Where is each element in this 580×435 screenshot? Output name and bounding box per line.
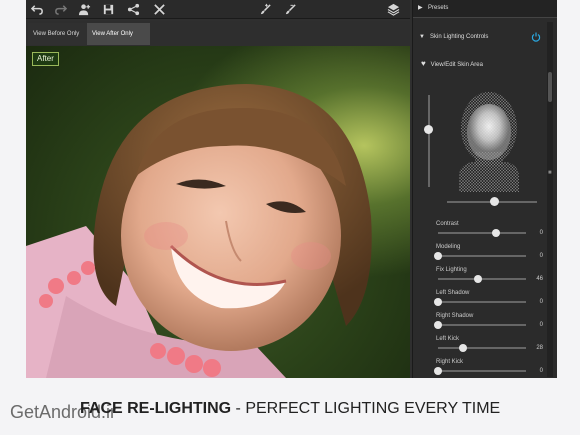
- brush-erase-icon[interactable]: [281, 0, 299, 18]
- adjustment-label: Contrast: [436, 221, 459, 227]
- portrait-photo: [26, 84, 372, 378]
- brush-icon[interactable]: [256, 0, 274, 18]
- adjustment-row: Left Shadow 0: [413, 289, 547, 311]
- 3d-head-icon: [459, 92, 519, 192]
- power-icon[interactable]: [531, 32, 541, 42]
- layers-icon[interactable]: [384, 0, 402, 18]
- side-panel: ▶ Presets ▼ Skin Lighting Controls ■ ♥ V…: [412, 0, 557, 378]
- adjustment-slider[interactable]: [434, 298, 526, 306]
- adjustment-slider[interactable]: [438, 229, 526, 237]
- panel-scrollbar[interactable]: ■: [547, 22, 553, 377]
- adjustment-label: Modeling: [436, 244, 461, 250]
- caption-title-rest: - PERFECT LIGHTING EVERY TIME: [231, 400, 501, 417]
- adjustment-value: 0: [539, 368, 543, 374]
- scroll-marker-icon: ■: [548, 170, 552, 176]
- adjustment-slider[interactable]: [434, 321, 526, 329]
- adjustment-value: 0: [539, 230, 543, 236]
- caption-title-bold: FACE RE-LIGHTING: [80, 400, 232, 417]
- slider-knob[interactable]: [474, 275, 483, 283]
- share-icon[interactable]: [124, 0, 142, 18]
- slider-knob[interactable]: [458, 344, 467, 352]
- section-title: Skin Lighting Controls: [430, 34, 489, 40]
- adjustment-label: Right Shadow: [436, 313, 474, 319]
- save-icon[interactable]: [99, 0, 117, 18]
- after-badge: After: [32, 52, 59, 66]
- app-window: View Before Only View After Only After ▶…: [26, 0, 557, 378]
- adjustment-slider[interactable]: [434, 367, 526, 375]
- slider-knob[interactable]: [434, 252, 442, 260]
- adjustment-label: Right Kick: [436, 359, 464, 365]
- adjustment-slider[interactable]: [438, 275, 526, 283]
- adjustment-value: 46: [536, 276, 543, 282]
- slider-knob[interactable]: [434, 321, 442, 329]
- light-vertical-slider[interactable]: [424, 95, 433, 187]
- adjustment-label: Left Kick: [436, 336, 460, 342]
- redo-icon[interactable]: [51, 0, 69, 18]
- adjustment-label: Fix Lighting: [436, 267, 467, 273]
- view-edit-label: View/Edit Skin Area: [430, 62, 483, 68]
- adjustment-row: Left Kick 28: [413, 335, 547, 357]
- adjustment-row: Right Shadow 0: [413, 312, 547, 334]
- photo-canvas[interactable]: After: [26, 46, 410, 378]
- skin-lighting-header[interactable]: ▼ Skin Lighting Controls: [413, 27, 544, 47]
- slider-knob[interactable]: [424, 125, 433, 135]
- light-horizontal-slider[interactable]: [447, 197, 537, 206]
- adjustment-row: Modeling 0: [413, 243, 547, 265]
- tab-view-before[interactable]: View Before Only: [28, 23, 94, 45]
- slider-knob[interactable]: [489, 197, 499, 206]
- undo-icon[interactable]: [28, 0, 46, 18]
- slider-knob[interactable]: [434, 367, 442, 375]
- adjustment-value: 0: [539, 322, 543, 328]
- adjustment-slider[interactable]: [434, 252, 526, 260]
- adjustment-row: Right Kick 0: [413, 358, 547, 378]
- scrollbar-thumb[interactable]: [548, 72, 552, 102]
- tab-view-after[interactable]: View After Only: [87, 23, 150, 45]
- expand-arrow-icon: ▶: [418, 5, 423, 11]
- close-icon[interactable]: [150, 0, 168, 18]
- person-add-icon[interactable]: [75, 0, 93, 18]
- caption-banner: GetAndroid.ir FACE RE-LIGHTING - PERFECT…: [10, 398, 570, 422]
- adjustment-value: 28: [536, 345, 543, 351]
- adjustment-label: Left Shadow: [436, 290, 470, 296]
- toolbar: [26, 0, 410, 19]
- adjustment-value: 0: [539, 253, 543, 259]
- lightbulb-icon: ♥: [421, 59, 426, 68]
- presets-header[interactable]: ▶ Presets: [413, 0, 557, 18]
- slider-knob[interactable]: [434, 298, 442, 306]
- adjustment-slider[interactable]: [438, 344, 526, 352]
- slider-knob[interactable]: [492, 229, 501, 237]
- adjustment-row: Contrast 0: [413, 220, 547, 242]
- adjustment-value: 0: [539, 299, 543, 305]
- caption-title: FACE RE-LIGHTING - PERFECT LIGHTING EVER…: [80, 399, 500, 419]
- view-tabs: View Before Only View After Only: [26, 21, 410, 46]
- collapse-arrow-icon: ▼: [419, 34, 425, 40]
- adjustment-row: Fix Lighting 46: [413, 266, 547, 288]
- view-edit-skin-area[interactable]: ♥ View/Edit Skin Area: [421, 58, 483, 70]
- presets-label: Presets: [428, 5, 449, 11]
